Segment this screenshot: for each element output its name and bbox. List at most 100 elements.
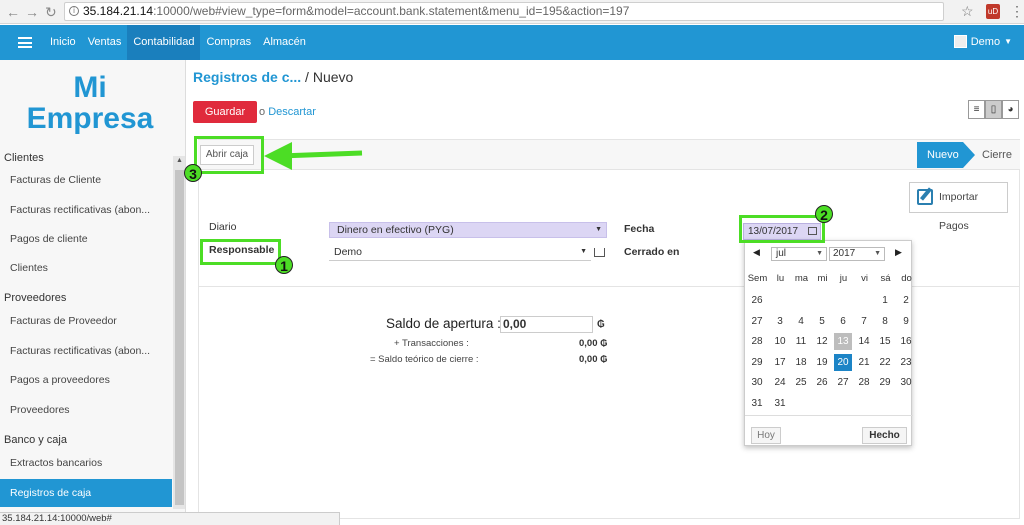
day-cell[interactable]: 9	[897, 313, 915, 330]
day-cell[interactable]: 1	[876, 292, 894, 309]
weekday-header: ju	[839, 273, 848, 284]
day-cell[interactable]: 2	[897, 292, 915, 309]
day-cell[interactable]: 3	[771, 313, 789, 330]
menu-inicio[interactable]: Inicio	[44, 25, 82, 60]
day-cell[interactable]: 19	[813, 354, 831, 371]
day-cell[interactable]: 12	[813, 333, 831, 350]
browser-menu-icon[interactable]: ⋮	[1010, 3, 1024, 20]
day-cell[interactable]: 29	[876, 374, 894, 391]
apps-menu-icon[interactable]	[18, 37, 32, 48]
menu-compras[interactable]: Compras	[200, 25, 257, 60]
diario-select[interactable]: Dinero en efectivo (PYG) ▼	[329, 222, 607, 238]
save-button[interactable]: Guardar	[193, 101, 257, 123]
day-cell[interactable]: 8	[876, 313, 894, 330]
day-cell[interactable]: 6	[834, 313, 852, 330]
saldo-teorico-label: = Saldo teórico de cierre :	[370, 354, 479, 365]
sidebar-item-proveedores[interactable]: Proveedores	[0, 396, 172, 424]
menu-ventas[interactable]: Ventas	[82, 25, 128, 60]
menu-contabilidad[interactable]: Contabilidad	[127, 25, 201, 60]
sidebar-item-facturas-proveedor[interactable]: Facturas de Proveedor	[0, 307, 172, 335]
day-cell[interactable]: 7	[855, 313, 873, 330]
year-value: 2017	[833, 248, 856, 259]
day-cell[interactable]: 15	[876, 333, 894, 350]
day-cell[interactable]: 16	[897, 333, 915, 350]
graph-view-icon[interactable]: ◕	[1002, 100, 1019, 119]
reload-icon[interactable]: ↻	[45, 4, 57, 21]
back-icon[interactable]: ←	[6, 4, 20, 20]
user-menu[interactable]: Demo ▼	[953, 35, 1012, 48]
diario-value: Dinero en efectivo (PYG)	[337, 224, 454, 236]
saldo-apertura-input[interactable]: 0,00	[500, 316, 593, 333]
weekday-header: lu	[776, 273, 785, 284]
day-cell[interactable]: 11	[792, 333, 810, 350]
sidebar-item-rectificativas-proveedor[interactable]: Facturas rectificativas (abon...	[0, 337, 172, 365]
datepicker: ◀ jul ▼ 2017 ▼ ▶ Sem lu ma mi ju vi sá do 26 1 2 27…	[744, 240, 915, 446]
day-cell[interactable]: 24	[771, 374, 789, 391]
list-view-icon[interactable]: ≡	[968, 100, 985, 119]
year-select[interactable]: 2017 ▼	[829, 247, 885, 261]
day-cell[interactable]: 10	[771, 333, 789, 350]
sidebar-item-extractos[interactable]: Extractos bancarios	[0, 449, 172, 477]
annotation-number-2: 2	[815, 205, 833, 223]
form-view-icon[interactable]: ▯	[985, 100, 1002, 119]
today-button[interactable]: Hoy	[751, 427, 781, 444]
annotation-arrow	[264, 142, 363, 170]
chevron-down-icon: ▼	[816, 250, 823, 257]
day-cell[interactable]: 17	[771, 354, 789, 371]
url-path: :10000/web#view_type=form&model=account.…	[153, 4, 630, 18]
extension-icon[interactable]: uD	[986, 4, 1000, 19]
info-icon[interactable]: i	[69, 6, 79, 16]
url-host: 35.184.21.14	[83, 4, 154, 18]
external-link-icon[interactable]	[594, 248, 605, 257]
day-cell[interactable]: 20	[834, 353, 852, 371]
import-payments-button[interactable]: Importar Pagos	[909, 182, 1008, 232]
sidebar-item-clientes[interactable]: Clientes	[0, 254, 172, 282]
month-select[interactable]: jul ▼	[771, 247, 827, 261]
day-cell[interactable]: 13	[834, 333, 852, 350]
day-cell[interactable]: 14	[855, 333, 873, 350]
week-number: 26	[751, 295, 763, 306]
day-cell[interactable]: 18	[792, 354, 810, 371]
sidebar-scroll-thumb[interactable]	[175, 170, 184, 505]
address-bar[interactable]: i 35.184.21.14:10000/web#view_type=form&…	[64, 2, 944, 21]
forward-icon[interactable]: →	[25, 4, 39, 20]
breadcrumb-separator: /	[305, 69, 309, 85]
day-cell[interactable]: 31	[771, 395, 789, 412]
prev-month-icon[interactable]: ◀	[753, 247, 760, 258]
transacciones-label: + Transacciones :	[394, 338, 469, 349]
day-cell[interactable]: 22	[876, 354, 894, 371]
scroll-up-icon[interactable]: ▲	[176, 157, 183, 164]
breadcrumb-parent[interactable]: Registros de c...	[193, 69, 301, 85]
discard-button[interactable]: Descartar	[268, 106, 316, 118]
bookmark-star-icon[interactable]: ☆	[961, 3, 974, 20]
breadcrumb-current: Nuevo	[312, 69, 354, 85]
saldo-teorico-value: 0,00 ₲	[579, 354, 608, 365]
day-cell[interactable]: 4	[792, 313, 810, 330]
menu-almacen[interactable]: Almacén	[257, 25, 312, 60]
annotation-box-3	[194, 136, 264, 174]
day-cell[interactable]: 26	[813, 374, 831, 391]
day-cell[interactable]: 25	[792, 374, 810, 391]
day-cell[interactable]: 23	[897, 354, 915, 371]
sidebar-item-facturas-cliente[interactable]: Facturas de Cliente	[0, 166, 172, 194]
weekday-header: do	[901, 273, 912, 284]
sidebar-item-registros-caja[interactable]: Registros de caja	[0, 479, 172, 507]
responsable-select[interactable]: Demo ▼	[329, 245, 591, 261]
sidebar-item-pagos-cliente[interactable]: Pagos de cliente	[0, 225, 172, 253]
day-cell[interactable]: 30	[897, 374, 915, 391]
saldo-apertura-label: Saldo de apertura :	[386, 316, 501, 331]
day-cell[interactable]: 21	[855, 354, 873, 371]
annotation-number-3: 3	[184, 164, 202, 182]
sidebar-item-pagos-proveedores[interactable]: Pagos a proveedores	[0, 366, 172, 394]
day-cell[interactable]: 28	[855, 374, 873, 391]
next-month-icon[interactable]: ▶	[895, 247, 902, 258]
sidebar-section-clientes: Clientes	[4, 152, 44, 164]
sidebar-item-rectificativas-cliente[interactable]: Facturas rectificativas (abon...	[0, 196, 172, 224]
annotation-box-2	[739, 215, 825, 243]
done-button[interactable]: Hecho	[862, 427, 907, 444]
day-cell[interactable]: 27	[834, 374, 852, 391]
day-cell[interactable]: 5	[813, 313, 831, 330]
cerrado-label: Cerrado en	[624, 246, 680, 258]
main-menu: Inicio Ventas Contabilidad Compras Almac…	[44, 25, 312, 60]
status-url: 35.184.21.14:10000/web#	[0, 512, 340, 525]
